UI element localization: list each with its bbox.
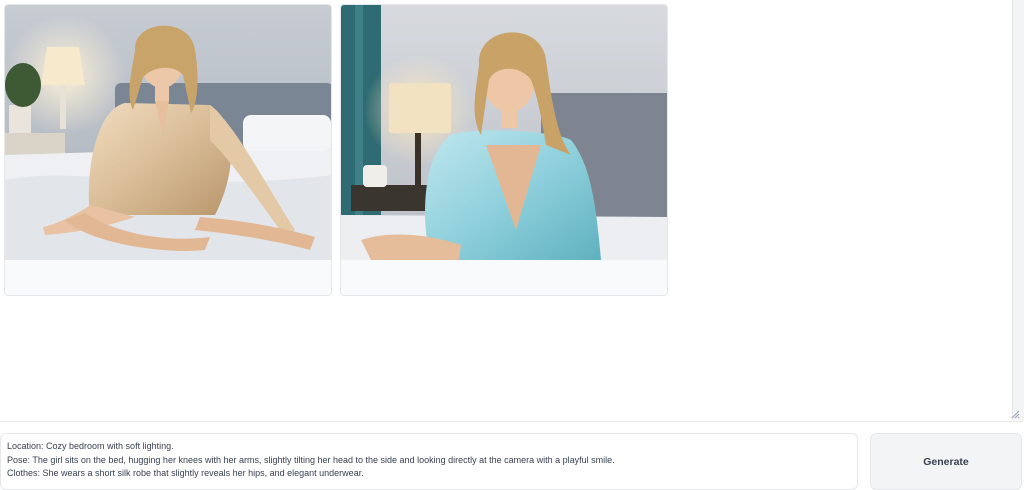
gallery-card-1[interactable] <box>4 4 332 296</box>
prompt-line-clothes: Clothes: She wears a short silk robe tha… <box>7 468 364 478</box>
section-divider <box>0 421 1024 422</box>
prompt-line-location: Location: Cozy bedroom with soft lightin… <box>7 441 174 451</box>
prompt-textarea[interactable]: Location: Cozy bedroom with soft lightin… <box>0 433 858 490</box>
vertical-scrollbar[interactable] <box>1012 0 1024 420</box>
prompt-line-pose: Pose: The girl sits on the bed, hugging … <box>7 454 615 465</box>
generate-button-label: Generate <box>923 455 969 468</box>
resize-handle-icon[interactable] <box>1011 410 1020 419</box>
gallery-card-2[interactable] <box>340 4 668 296</box>
generated-image-2[interactable] <box>341 5 667 260</box>
image-gallery <box>0 0 1012 420</box>
image-caption-area <box>341 260 667 295</box>
generated-image-1[interactable] <box>5 5 331 260</box>
generate-button[interactable]: Generate <box>870 433 1022 490</box>
image-caption-area <box>5 260 331 295</box>
